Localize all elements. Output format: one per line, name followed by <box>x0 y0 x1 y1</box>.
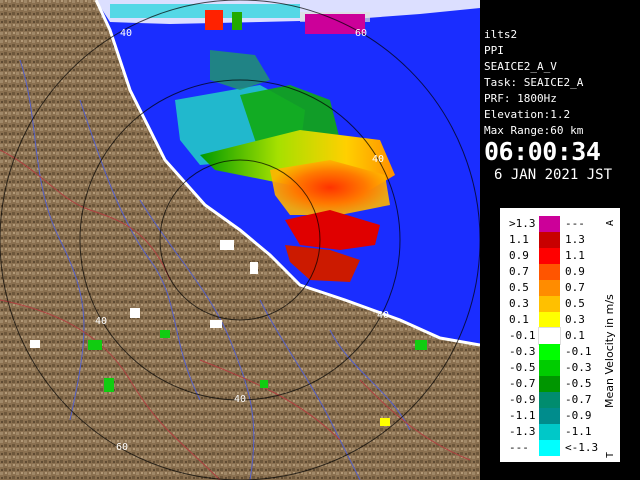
legend-right-label: -0.5 <box>565 377 592 390</box>
range-label: 40 <box>120 28 132 39</box>
range-label: 40 <box>377 310 389 321</box>
radar-ppi-map: 40 60 40 40 40 40 60 <box>0 0 480 480</box>
legend-left-label: -0.3 <box>509 345 536 358</box>
legend-swatch <box>539 360 560 376</box>
legend-right-label: 1.3 <box>565 233 585 246</box>
legend-right-label: <-1.3 <box>565 441 599 454</box>
legend-swatch <box>539 248 560 264</box>
legend-left-label: >1.3 <box>509 217 536 230</box>
legend-left-label: -0.9 <box>509 393 536 406</box>
radar-display: 40 60 40 40 40 40 60 ilts2 PPI SEAICE2_A… <box>0 0 640 480</box>
legend-right-label: 0.9 <box>565 265 585 278</box>
legend-left-label: --- <box>509 441 529 454</box>
legend-swatch <box>539 344 560 360</box>
legend-title: A Mean Velocity in m/s T <box>603 220 616 458</box>
legend-swatch <box>539 280 560 296</box>
velocity-legend: A Mean Velocity in m/s T >1.3 --- 1.1 1.3 0.… <box>500 208 620 462</box>
prf-value: PRF: 1800Hz <box>484 92 557 105</box>
legend-right-label: 1.1 <box>565 249 585 262</box>
range-label: 40 <box>234 394 246 405</box>
range-label: 60 <box>355 28 367 39</box>
legend-left-label: 0.5 <box>509 281 529 294</box>
legend-right-label: 0.5 <box>565 297 585 310</box>
max-range-value: Max Range:60 km <box>484 124 584 137</box>
legend-swatch <box>539 376 560 392</box>
legend-swatch <box>539 408 560 424</box>
legend-swatch <box>539 232 560 248</box>
legend-right-label: --- <box>565 217 585 230</box>
scan-mode: PPI <box>484 44 504 57</box>
legend-left-label: -0.1 <box>509 329 536 342</box>
legend-right-label: 0.1 <box>565 329 585 342</box>
legend-swatch <box>539 312 560 328</box>
legend-right-label: -0.1 <box>565 345 592 358</box>
legend-right-label: -1.1 <box>565 425 592 438</box>
range-label: 40 <box>372 154 384 165</box>
legend-left-label: 0.7 <box>509 265 529 278</box>
legend-left-label: 0.9 <box>509 249 529 262</box>
legend-swatch <box>539 440 560 456</box>
legend-right-label: 0.3 <box>565 313 585 326</box>
legend-swatch <box>539 424 560 440</box>
legend-swatch <box>539 296 560 312</box>
legend-swatch <box>539 392 560 408</box>
range-label: 60 <box>116 442 128 453</box>
task-name: Task: SEAICE2_A <box>484 76 584 89</box>
legend-left-label: -0.5 <box>509 361 536 374</box>
product-name: SEAICE2_A_V <box>484 60 557 73</box>
info-panel: ilts2 PPI SEAICE2_A_V Task: SEAICE2_A PR… <box>481 25 640 189</box>
legend-left-label: -1.3 <box>509 425 536 438</box>
legend-right-label: -0.9 <box>565 409 592 422</box>
legend-title-text: Mean Velocity in m/s <box>603 294 616 408</box>
legend-left-label: -0.7 <box>509 377 536 390</box>
legend-left-label: 0.3 <box>509 297 529 310</box>
legend-right-label: -0.7 <box>565 393 592 406</box>
elevation-value: Elevation:1.2 <box>484 108 571 121</box>
legend-swatch <box>538 327 561 345</box>
legend-corner-bottom: T <box>605 452 616 458</box>
scan-time: 06:00:34 <box>484 137 601 166</box>
legend-left-label: 0.1 <box>509 313 529 326</box>
legend-right-label: 0.7 <box>565 281 585 294</box>
legend-corner-top: A <box>605 220 616 226</box>
site-name: ilts2 <box>484 28 518 41</box>
legend-left-label: 1.1 <box>509 233 529 246</box>
range-label: 40 <box>95 316 107 327</box>
legend-left-label: -1.1 <box>509 409 536 422</box>
legend-right-label: -0.3 <box>565 361 592 374</box>
legend-swatch <box>539 264 560 280</box>
legend-swatch <box>539 216 560 232</box>
scan-date: 6 JAN 2021 JST <box>494 167 613 183</box>
